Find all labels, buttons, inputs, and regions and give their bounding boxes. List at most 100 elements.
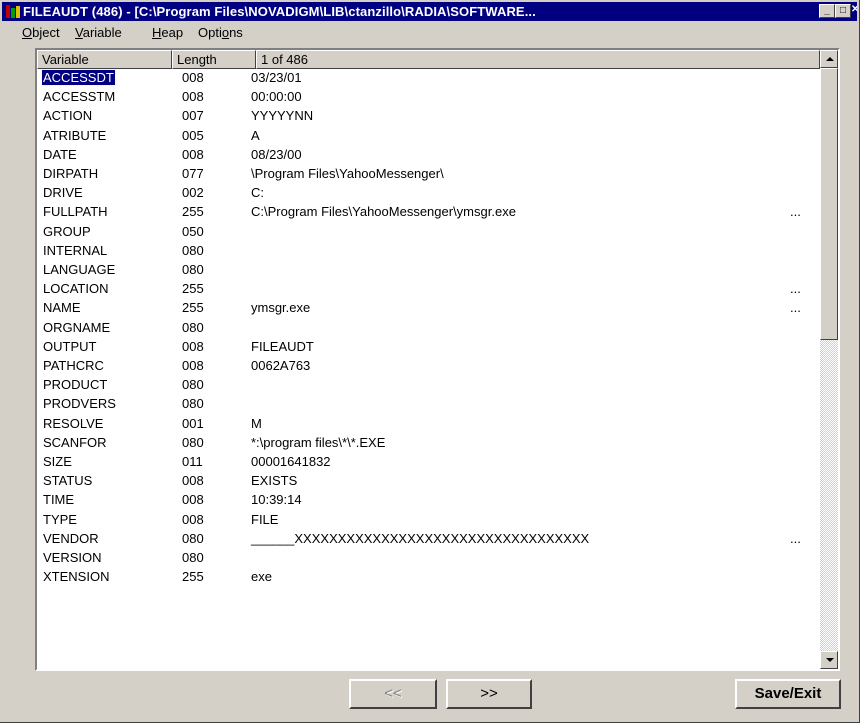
header-length[interactable]: Length bbox=[172, 50, 256, 69]
variable-row[interactable]: DIRPATH 077 \Program Files\YahooMessenger\ bbox=[37, 165, 820, 184]
arrow-down-icon bbox=[826, 658, 834, 662]
variable-value-cell: 00001641832 bbox=[251, 454, 331, 469]
variable-value-cell: FILE bbox=[251, 511, 279, 527]
variable-row[interactable]: XTENSION 255 exe bbox=[37, 568, 820, 587]
variable-value-cell: \Program Files\YahooMessenger\ bbox=[251, 166, 444, 181]
close-button[interactable]: ✕ bbox=[851, 4, 857, 18]
window-title: FILEAUDT (486) - [C:\Program Files\NOVAD… bbox=[23, 4, 536, 19]
variable-name-cell: PATHCRC bbox=[43, 358, 104, 373]
variable-value-cell: C:\Program Files\YahooMessenger\ymsgr.ex… bbox=[251, 204, 516, 220]
header-variable[interactable]: Variable bbox=[37, 50, 172, 69]
variable-row[interactable]: VENDOR 080 ______XXXXXXXXXXXXXXXXXXXXXXXXX… bbox=[37, 530, 820, 549]
variable-name-cell: DIRPATH bbox=[43, 166, 99, 181]
variable-list[interactable]: Variable Length 1 of 486 ACCESSDT 008 03/2… bbox=[35, 48, 840, 671]
variable-name-cell: DRIVE bbox=[43, 185, 83, 201]
variable-length-cell: 008 bbox=[182, 89, 204, 105]
variable-name-cell: ATRIBUTE bbox=[43, 127, 107, 143]
variable-value-cell: 08/23/00 bbox=[251, 146, 302, 162]
variable-name-cell: VERSION bbox=[43, 550, 102, 565]
variable-row[interactable]: FULLPATH 255 C:\Program Files\YahooMesseng… bbox=[37, 203, 820, 222]
variable-name-cell: TYPE bbox=[43, 511, 77, 527]
scroll-thumb[interactable] bbox=[820, 68, 838, 340]
variable-name-cell: DATE bbox=[43, 146, 77, 162]
variable-row[interactable]: TIME 008 10:39:14 bbox=[37, 491, 820, 510]
variable-row[interactable]: ACCESSDT 008 03/23/01 bbox=[37, 69, 820, 88]
variable-length-cell: 080 bbox=[182, 242, 204, 258]
title-bar[interactable]: FILEAUDT (486) - [C:\Program Files\NOVAD… bbox=[2, 2, 857, 21]
variable-length-cell: 008 bbox=[182, 358, 204, 373]
variable-row[interactable]: STATUS 008 EXISTS bbox=[37, 472, 820, 491]
variable-length-cell: 008 bbox=[182, 70, 204, 85]
arrow-up-icon bbox=[826, 57, 834, 61]
variable-value-cell: A bbox=[251, 127, 260, 143]
scroll-down-button[interactable] bbox=[820, 651, 838, 669]
variable-length-cell: 008 bbox=[182, 146, 204, 162]
variable-row[interactable]: TYPE 008 FILE bbox=[37, 511, 820, 530]
variable-row[interactable]: NAME 255 ymsgr.exe... bbox=[37, 299, 820, 318]
variable-row[interactable]: INTERNAL 080 bbox=[37, 242, 820, 261]
variable-name-cell: TIME bbox=[43, 492, 75, 508]
variable-length-cell: 007 bbox=[182, 108, 204, 124]
variable-row[interactable]: ACTION 007 YYYYYNN bbox=[37, 107, 820, 126]
variable-name-cell: SIZE bbox=[43, 454, 72, 469]
variable-row[interactable]: ORGNAME 080 bbox=[37, 319, 820, 338]
variable-length-cell: 080 bbox=[182, 319, 204, 335]
variable-length-cell: 008 bbox=[182, 338, 204, 354]
variable-row[interactable]: LANGUAGE 080 bbox=[37, 261, 820, 280]
variable-row[interactable]: PRODVERS 080 bbox=[37, 395, 820, 414]
variable-row[interactable]: OUTPUT 008 FILEAUDT bbox=[37, 338, 820, 357]
variable-name-cell: PRODVERS bbox=[43, 396, 116, 412]
menu-variable[interactable]: Variable bbox=[75, 25, 122, 40]
variable-value-cell: 0062A763 bbox=[251, 358, 311, 373]
menu-options[interactable]: Options bbox=[198, 25, 243, 40]
variable-row[interactable]: DRIVE 002 C: bbox=[37, 184, 820, 203]
menu-heap[interactable]: Heap bbox=[152, 25, 183, 40]
variable-row[interactable]: PRODUCT 080 bbox=[37, 376, 820, 395]
header-value[interactable]: 1 of 486 bbox=[256, 50, 820, 69]
variable-name-cell: ACCESSTM bbox=[43, 89, 116, 105]
variable-length-cell: 255 bbox=[182, 569, 204, 585]
vertical-scrollbar[interactable] bbox=[820, 50, 838, 669]
maximize-button[interactable]: □ bbox=[835, 4, 851, 18]
more-indicator: ... bbox=[790, 204, 801, 220]
variable-row[interactable]: LOCATION 255... bbox=[37, 280, 820, 299]
previous-button[interactable]: << bbox=[349, 679, 437, 709]
variable-row[interactable]: SIZE 011 00001641832 bbox=[37, 453, 820, 472]
variable-name-cell: NAME bbox=[43, 300, 81, 316]
variable-length-cell: 080 bbox=[182, 530, 204, 546]
variable-value-cell: exe bbox=[251, 569, 272, 585]
variable-row[interactable]: RESOLVE 001 M bbox=[37, 415, 820, 434]
variable-row[interactable]: SCANFOR 080 *:\program files\*\*.EXE bbox=[37, 434, 820, 453]
variable-length-cell: 011 bbox=[182, 454, 203, 469]
save-exit-button[interactable]: Save/Exit bbox=[735, 679, 841, 709]
menu-object[interactable]: Object bbox=[22, 25, 60, 40]
more-indicator: ... bbox=[790, 300, 801, 316]
variable-name-cell: FULLPATH bbox=[43, 204, 108, 220]
variable-name-cell: OUTPUT bbox=[43, 338, 97, 354]
variable-row[interactable]: ACCESSTM 008 00:00:00 bbox=[37, 88, 820, 107]
variable-row[interactable]: PATHCRC 008 0062A763 bbox=[37, 357, 820, 376]
minimize-button[interactable]: _ bbox=[819, 4, 835, 18]
more-indicator: ... bbox=[790, 281, 801, 297]
variable-value-cell: 10:39:14 bbox=[251, 492, 302, 508]
variable-row[interactable]: DATE 008 08/23/00 bbox=[37, 146, 820, 165]
variable-value-cell: 03/23/01 bbox=[251, 70, 302, 85]
variable-name-cell: PRODUCT bbox=[43, 377, 108, 393]
variable-name-cell: RESOLVE bbox=[43, 415, 104, 431]
variable-name-cell: ACCESSDT bbox=[41, 69, 116, 86]
variable-length-cell: 080 bbox=[182, 434, 204, 450]
variable-name-cell: LOCATION bbox=[43, 281, 109, 297]
variable-length-cell: 077 bbox=[182, 166, 204, 181]
variable-row[interactable]: ATRIBUTE 005 A bbox=[37, 127, 820, 146]
variable-name-cell: ACTION bbox=[43, 108, 93, 124]
variable-length-cell: 008 bbox=[182, 473, 204, 489]
variable-value-cell: *:\program files\*\*.EXE bbox=[251, 434, 386, 450]
variable-row[interactable]: VERSION 080 bbox=[37, 549, 820, 568]
variable-row[interactable]: GROUP 050 bbox=[37, 223, 820, 242]
variable-name-cell: GROUP bbox=[43, 223, 91, 239]
scroll-up-button[interactable] bbox=[820, 50, 838, 68]
app-icon[interactable] bbox=[5, 4, 21, 19]
next-button[interactable]: >> bbox=[446, 679, 532, 709]
variable-length-cell: 080 bbox=[182, 396, 204, 412]
more-indicator: ... bbox=[790, 530, 801, 546]
